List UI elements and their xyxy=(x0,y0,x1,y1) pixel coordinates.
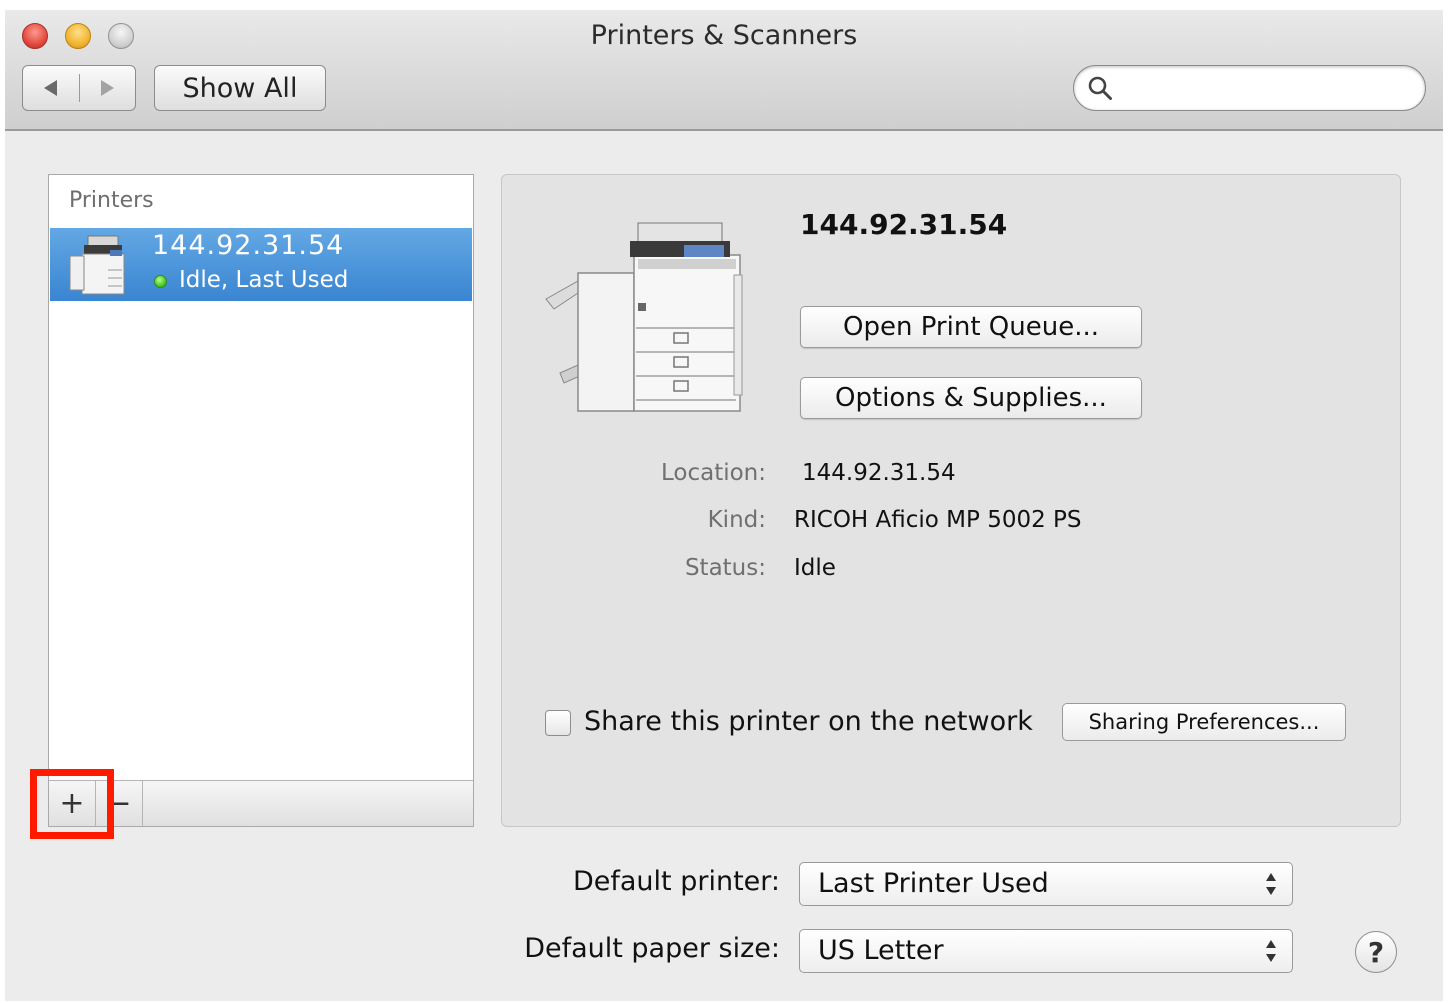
default-printer-select[interactable]: Last Printer Used xyxy=(799,862,1293,906)
printers-list: Printers 144.92.31.54 Idle, Last Used + … xyxy=(48,174,474,827)
up-down-arrows-icon xyxy=(1266,873,1276,895)
back-forward-control xyxy=(22,65,136,111)
title-bar: Printers & Scanners Show All xyxy=(5,10,1443,131)
default-paper-size-label: Default paper size: xyxy=(524,933,780,964)
sharing-preferences-button[interactable]: Sharing Preferences... xyxy=(1062,703,1346,741)
default-printer-value: Last Printer Used xyxy=(818,868,1049,899)
printer-item-status: Idle, Last Used xyxy=(179,267,349,293)
status-indicator-icon xyxy=(154,275,167,288)
open-print-queue-button[interactable]: Open Print Queue... xyxy=(800,306,1142,348)
preferences-window: Printers & Scanners Show All Printers 14… xyxy=(5,10,1443,1001)
location-value: 144.92.31.54 xyxy=(802,460,956,486)
back-button[interactable] xyxy=(23,66,79,110)
printer-list-item[interactable]: 144.92.31.54 Idle, Last Used xyxy=(50,228,472,301)
default-paper-size-value: US Letter xyxy=(818,935,944,966)
search-input[interactable] xyxy=(1122,72,1416,106)
search-field[interactable] xyxy=(1073,65,1426,111)
window-title: Printers & Scanners xyxy=(590,20,858,51)
forward-button[interactable] xyxy=(80,66,136,110)
printer-image-icon xyxy=(545,222,743,412)
share-printer-label: Share this printer on the network xyxy=(584,706,1033,737)
status-label: Status: xyxy=(684,555,766,581)
default-printer-label: Default printer: xyxy=(572,866,780,897)
options-supplies-button[interactable]: Options & Supplies... xyxy=(800,377,1142,419)
up-down-arrows-icon xyxy=(1266,940,1276,962)
printer-details-panel: 144.92.31.54 Open Print Queue... Options… xyxy=(501,174,1401,827)
help-button[interactable]: ? xyxy=(1355,931,1397,973)
kind-value: RICOH Aficio MP 5002 PS xyxy=(794,507,1082,533)
printer-name: 144.92.31.54 xyxy=(800,208,1008,241)
printer-item-name: 144.92.31.54 xyxy=(152,230,345,261)
default-paper-size-select[interactable]: US Letter xyxy=(799,929,1293,973)
share-printer-checkbox[interactable] xyxy=(545,710,571,736)
kind-label: Kind: xyxy=(707,507,766,533)
printer-icon xyxy=(69,235,125,295)
location-label: Location: xyxy=(660,460,766,486)
status-value: Idle xyxy=(794,555,836,581)
triangle-left-icon xyxy=(43,80,57,96)
printers-list-header: Printers xyxy=(69,188,154,213)
triangle-right-icon xyxy=(101,80,115,96)
show-all-button[interactable]: Show All xyxy=(154,65,326,111)
highlight-annotation xyxy=(30,769,114,839)
search-icon xyxy=(1088,76,1112,100)
